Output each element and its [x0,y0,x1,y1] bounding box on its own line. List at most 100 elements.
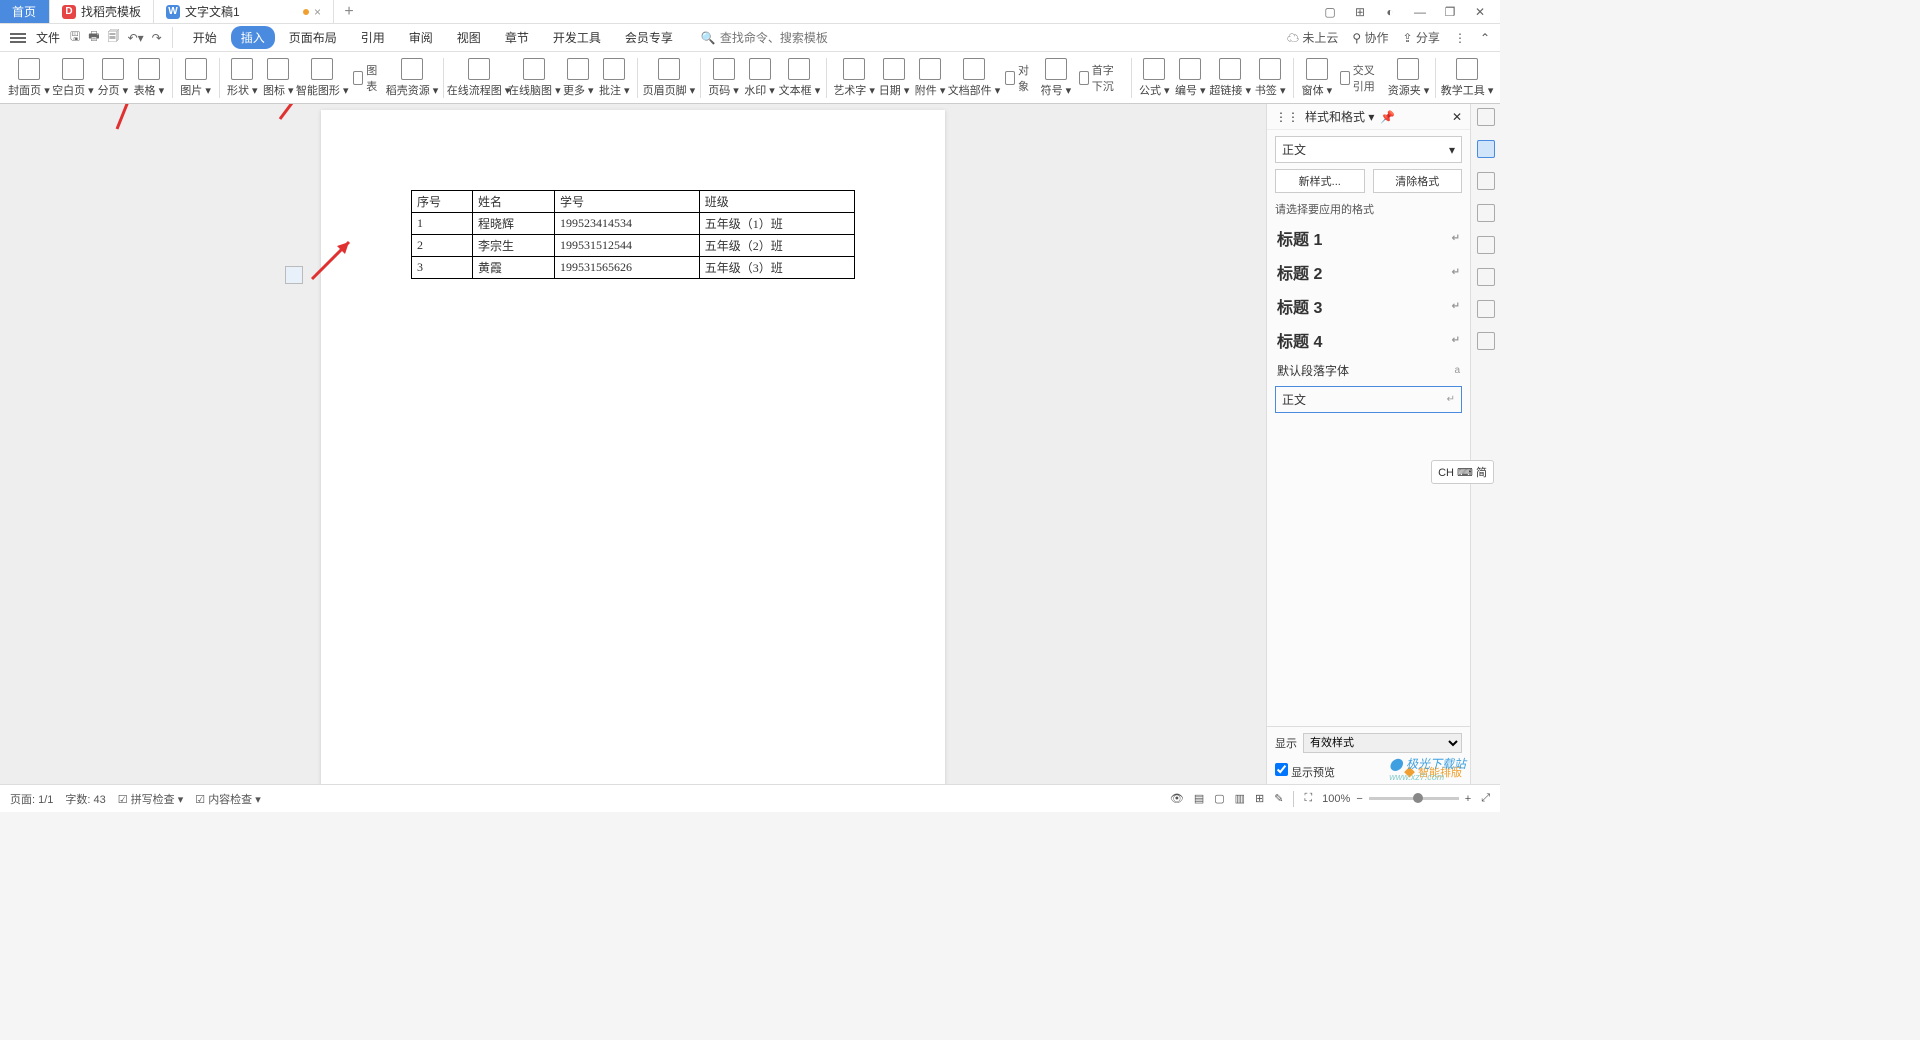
ribbon-更多[interactable]: 更多 ▾ [561,56,595,100]
ribbon-在线流程图[interactable]: 在线流程图 ▾ [450,56,508,100]
panel-close-icon[interactable]: ✕ [1452,110,1462,124]
tab-template[interactable]: D 找稻壳模板 [50,0,154,23]
ribbon-窗体[interactable]: 窗体 ▾ [1300,56,1334,100]
strip-icon-1[interactable] [1477,108,1495,126]
view-web-icon[interactable]: ⊞ [1255,792,1264,805]
page-nav-icon[interactable] [285,266,303,284]
layout-icon[interactable]: ▢ [1320,2,1340,22]
view-read-icon[interactable]: ▤ [1194,792,1204,805]
preview-checkbox[interactable]: 显示预览 [1275,763,1335,780]
ribbon-公式[interactable]: 公式 ▾ [1137,56,1171,100]
tab-document[interactable]: W 文字文稿1 × [154,0,334,23]
ribbon-文本框[interactable]: 文本框 ▾ [779,56,821,100]
ribbon-智能图形[interactable]: 智能图形 ▾ [297,56,347,100]
tab-add[interactable]: + [334,0,364,23]
ribbon-封面页[interactable]: 封面页 ▾ [8,56,50,100]
hamburger-icon[interactable] [10,33,26,43]
zoom-out-icon[interactable]: − [1356,793,1362,805]
ribbon-超链接[interactable]: 超链接 ▾ [1209,56,1251,100]
share-button[interactable]: ⇪ 分享 [1403,29,1440,46]
new-style-button[interactable]: 新样式... [1275,169,1365,193]
strip-select-icon[interactable] [1477,172,1495,190]
view-outline-icon[interactable]: ▥ [1235,792,1245,805]
ribbon-编号[interactable]: 编号 ▾ [1173,56,1207,100]
document-page[interactable]: 序号姓名学号班级1程晓辉199523414534五年级（1）班2李宗生19953… [321,110,945,784]
ribbon-side-dropcap[interactable]: 首字下沉 [1075,61,1125,95]
ribbon-符号[interactable]: 符号 ▾ [1039,56,1073,100]
smart-layout-link[interactable]: ◆ 智能排版 [1404,764,1462,780]
ribbon-图片[interactable]: 图片 ▾ [179,56,213,100]
menu-tab-5[interactable]: 视图 [447,26,491,49]
style-normal[interactable]: 正文↵ [1275,386,1462,413]
menu-tab-6[interactable]: 章节 [495,26,539,49]
ribbon-空白页[interactable]: 空白页 ▾ [52,56,94,100]
tab-home[interactable]: 首页 [0,0,50,23]
close-icon[interactable]: ✕ [1470,2,1490,22]
more-icon[interactable]: ⋮ [1454,31,1466,45]
spell-check[interactable]: ☑ 拼写检查 ▾ [118,791,184,807]
view-eye-icon[interactable]: 👁 [1170,792,1184,805]
coop-button[interactable]: ⚲ 协作 [1352,29,1388,46]
menu-tab-8[interactable]: 会员专享 [615,26,683,49]
style-item[interactable]: 标题 4↵ [1267,323,1470,357]
style-item[interactable]: 标题 1↵ [1267,221,1470,255]
zoom-in-icon[interactable]: + [1465,793,1471,805]
panel-grip-icon[interactable]: ⋮⋮ [1275,110,1299,124]
zoom-slider[interactable] [1369,797,1459,800]
menu-tab-2[interactable]: 页面布局 [279,26,347,49]
style-default-font[interactable]: 默认段落字体a [1267,357,1470,384]
data-table[interactable]: 序号姓名学号班级1程晓辉199523414534五年级（1）班2李宗生19953… [411,190,855,279]
strip-styles-icon[interactable] [1477,140,1495,158]
ribbon-水印[interactable]: 水印 ▾ [743,56,777,100]
ribbon-附件[interactable]: 附件 ▾ [913,56,947,100]
ribbon-side-crossref[interactable]: 交叉引用 [1336,61,1386,95]
table-row[interactable]: 1程晓辉199523414534五年级（1）班 [412,213,855,235]
grid-icon[interactable]: ⊞ [1350,2,1370,22]
ribbon-side-chart[interactable]: 图表 [349,61,385,95]
ribbon-分页[interactable]: 分页 ▾ [96,56,130,100]
print-icon[interactable]: 🖶 [88,27,99,48]
ruler-icon[interactable]: ✎ [1274,792,1283,805]
undo-icon[interactable]: ↶▾ [128,31,144,45]
ribbon-图标[interactable]: 图标 ▾ [261,56,295,100]
ribbon-页码[interactable]: 页码 ▾ [707,56,741,100]
menu-tab-1[interactable]: 插入 [231,26,275,49]
display-select[interactable]: 有效样式 [1303,733,1462,753]
strip-icon-5[interactable] [1477,236,1495,254]
strip-icon-7[interactable] [1477,300,1495,318]
collapse-ribbon-icon[interactable]: ⌃ [1480,31,1490,45]
redo-icon[interactable]: ↷ [152,31,162,45]
menu-tab-3[interactable]: 引用 [351,26,395,49]
menu-tab-0[interactable]: 开始 [183,26,227,49]
ribbon-书签[interactable]: 书签 ▾ [1253,56,1287,100]
menu-tab-4[interactable]: 审阅 [399,26,443,49]
ribbon-日期[interactable]: 日期 ▾ [877,56,911,100]
ribbon-形状[interactable]: 形状 ▾ [225,56,259,100]
strip-icon-6[interactable] [1477,268,1495,286]
preview-icon[interactable]: 🗐 [108,27,120,48]
clear-format-button[interactable]: 清除格式 [1373,169,1463,193]
command-search[interactable]: 🔍 [701,31,860,45]
ribbon-side-object[interactable]: 对象 [1001,61,1037,95]
zoom-control[interactable]: 100% − + [1322,793,1471,805]
ribbon-稻壳资源[interactable]: 稻壳资源 ▾ [387,56,437,100]
menu-tab-7[interactable]: 开发工具 [543,26,611,49]
search-input[interactable] [720,31,860,45]
word-count[interactable]: 字数: 43 [65,791,105,807]
skin-icon[interactable]: ◐ [1380,2,1400,22]
ime-badge[interactable]: CH ⌨ 简 [1431,460,1494,484]
file-menu[interactable]: 文件 [36,29,60,46]
ribbon-文档部件[interactable]: 文档部件 ▾ [949,56,999,100]
save-icon[interactable]: 🖫 [70,27,80,48]
style-item[interactable]: 标题 2↵ [1267,255,1470,289]
expand-icon[interactable]: ⤢ [1481,792,1490,805]
table-row[interactable]: 2李宗生199531512544五年级（2）班 [412,235,855,257]
ribbon-教学工具[interactable]: 教学工具 ▾ [1442,56,1492,100]
page-indicator[interactable]: 页面: 1/1 [10,791,53,807]
cloud-status[interactable]: ☁ 未上云 [1287,29,1338,46]
content-check[interactable]: ☑ 内容检查 ▾ [195,791,261,807]
ribbon-在线脑图[interactable]: 在线脑图 ▾ [509,56,559,100]
ribbon-页眉页脚[interactable]: 页眉页脚 ▾ [644,56,694,100]
current-style-select[interactable]: 正文▾ [1275,136,1462,163]
view-page-icon[interactable]: ▢ [1214,792,1224,805]
